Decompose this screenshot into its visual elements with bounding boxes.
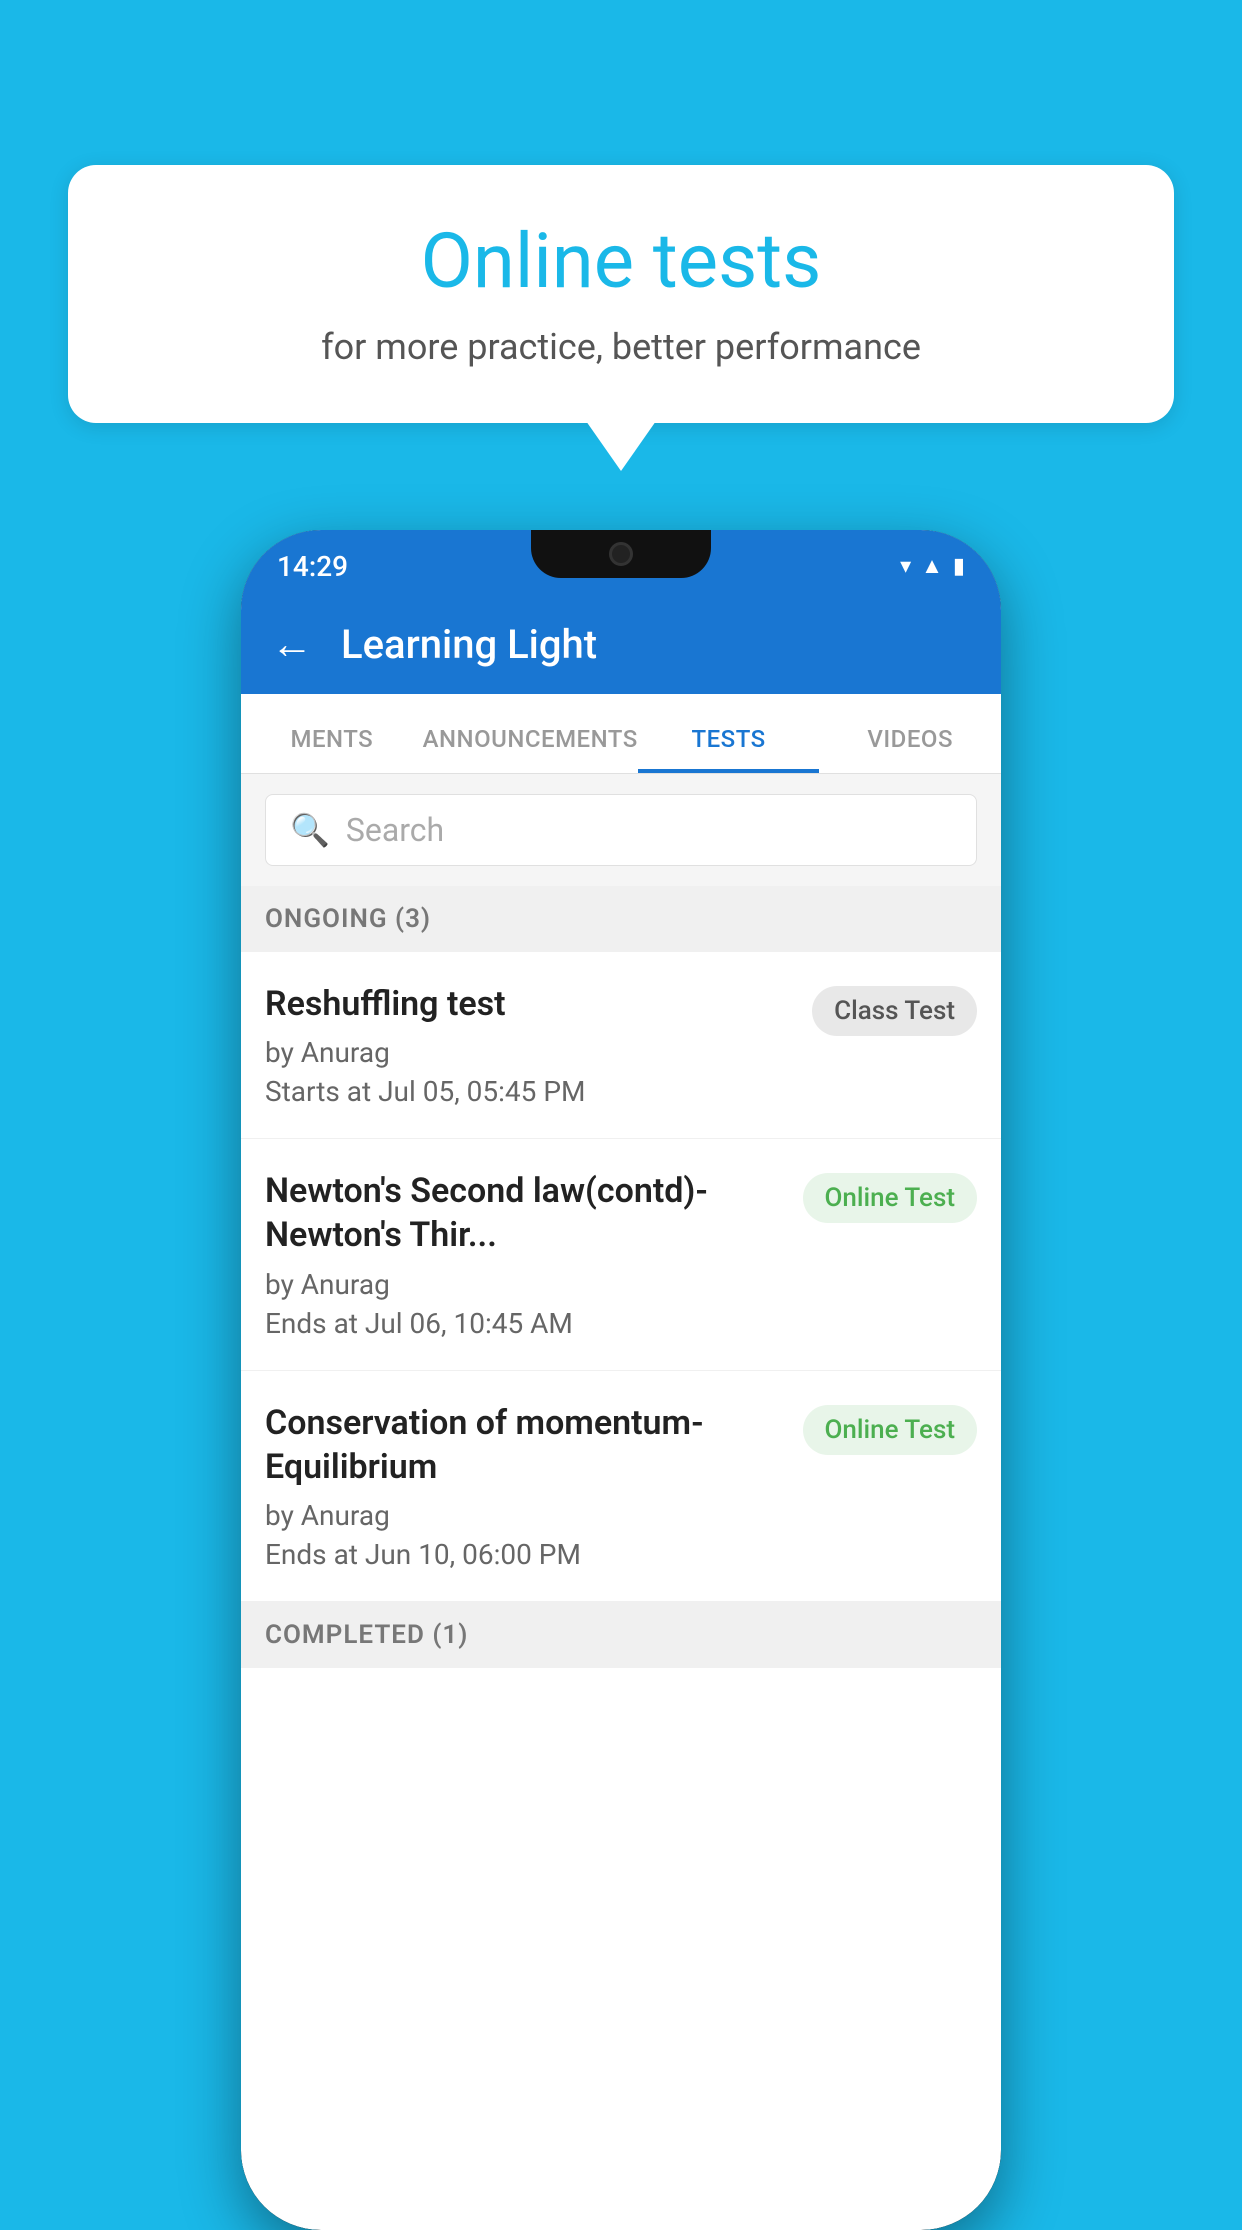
test-badge-online-newton: Online Test <box>803 1173 978 1223</box>
test-author-conservation: by Anurag <box>265 1499 783 1532</box>
speech-bubble: Online tests for more practice, better p… <box>68 165 1174 423</box>
search-input[interactable]: Search <box>346 811 444 849</box>
signal-icon: ▲ <box>921 553 943 579</box>
test-item-content-conservation: Conservation of momentum-Equilibrium by … <box>265 1401 783 1571</box>
app-header: ← Learning Light <box>241 594 1001 694</box>
test-item-reshuffling[interactable]: Reshuffling test by Anurag Starts at Jul… <box>241 952 1001 1139</box>
phone-notch <box>531 530 711 578</box>
tab-bar: MENTS ANNOUNCEMENTS TESTS VIDEOS <box>241 694 1001 774</box>
status-icons: ▾ ▲ ▮ <box>900 553 965 579</box>
ongoing-section-header: ONGOING (3) <box>241 886 1001 952</box>
test-badge-class: Class Test <box>812 986 977 1036</box>
test-name-reshuffling: Reshuffling test <box>265 982 792 1026</box>
test-author-newton: by Anurag <box>265 1268 783 1301</box>
test-date-reshuffling: Starts at Jul 05, 05:45 PM <box>265 1075 792 1108</box>
tab-announcements[interactable]: ANNOUNCEMENTS <box>423 725 638 773</box>
test-item-content: Reshuffling test by Anurag Starts at Jul… <box>265 982 792 1108</box>
test-name-newton: Newton's Second law(contd)-Newton's Thir… <box>265 1169 783 1257</box>
bubble-title: Online tests <box>128 220 1114 304</box>
test-item-content-newton: Newton's Second law(contd)-Newton's Thir… <box>265 1169 783 1339</box>
wifi-icon: ▾ <box>900 554 911 579</box>
test-item-conservation[interactable]: Conservation of momentum-Equilibrium by … <box>241 1371 1001 1602</box>
tab-videos[interactable]: VIDEOS <box>819 725 1001 773</box>
status-time: 14:29 <box>277 550 348 583</box>
completed-section-header: COMPLETED (1) <box>241 1602 1001 1668</box>
battery-icon: ▮ <box>953 554 965 579</box>
test-badge-online-conservation: Online Test <box>803 1405 978 1455</box>
test-date-conservation: Ends at Jun 10, 06:00 PM <box>265 1538 783 1571</box>
phone-camera <box>609 542 633 566</box>
test-author-reshuffling: by Anurag <box>265 1036 792 1069</box>
tab-tests[interactable]: TESTS <box>638 725 820 773</box>
search-container: 🔍 Search <box>241 774 1001 886</box>
phone-screen: 14:29 ▾ ▲ ▮ ← Learning Light MENTS ANNOU… <box>241 530 1001 2230</box>
test-item-newton[interactable]: Newton's Second law(contd)-Newton's Thir… <box>241 1139 1001 1370</box>
test-name-conservation: Conservation of momentum-Equilibrium <box>265 1401 783 1489</box>
app-title: Learning Light <box>341 621 597 668</box>
search-bar[interactable]: 🔍 Search <box>265 794 977 866</box>
phone-frame: 14:29 ▾ ▲ ▮ ← Learning Light MENTS ANNOU… <box>241 530 1001 2230</box>
tab-ments[interactable]: MENTS <box>241 725 423 773</box>
bubble-subtitle: for more practice, better performance <box>128 326 1114 368</box>
search-icon: 🔍 <box>290 811 330 849</box>
back-button[interactable]: ← <box>271 620 313 669</box>
test-date-newton: Ends at Jul 06, 10:45 AM <box>265 1307 783 1340</box>
